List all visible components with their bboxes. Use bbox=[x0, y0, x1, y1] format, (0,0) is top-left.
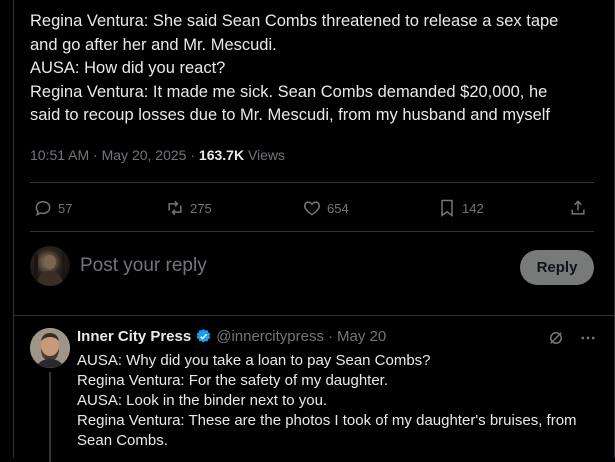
reply-line: AUSA: Look in the binder next to you. bbox=[77, 392, 328, 409]
reply-icon bbox=[35, 200, 51, 217]
thread-line bbox=[49, 372, 51, 462]
tweet-line: said to recoup losses due to Mr. Mescudi… bbox=[30, 106, 550, 124]
avatar[interactable] bbox=[30, 328, 70, 368]
reply-count: 57 bbox=[58, 200, 73, 216]
views-label: Views bbox=[247, 147, 286, 163]
author-name[interactable]: Inner City Press bbox=[77, 328, 191, 345]
tweet-line: Regina Ventura: She said Sean Combs thre… bbox=[30, 12, 559, 30]
divider bbox=[30, 231, 594, 232]
reply-line: Regina Ventura: These are the photos I t… bbox=[77, 412, 577, 429]
bookmark-icon bbox=[441, 199, 453, 217]
reply-date[interactable]: May 20 bbox=[337, 328, 386, 345]
reply-actions bbox=[547, 329, 597, 347]
tweet-line: Regina Ventura: It made me sick. Sean Co… bbox=[30, 82, 548, 101]
reply-line: Regina Ventura: For the safety of my dau… bbox=[77, 372, 389, 389]
repost-button[interactable]: 275 bbox=[165, 196, 212, 220]
share-button[interactable] bbox=[568, 196, 588, 220]
divider bbox=[30, 182, 594, 183]
tweet-date[interactable]: May 20, 2025 bbox=[102, 147, 187, 163]
tweet-meta: 10:51 AM · May 20, 2025 · 163.7K Views bbox=[30, 147, 286, 163]
like-icon bbox=[303, 201, 321, 216]
tweet-line: and go after her and Mr. Mescudi. bbox=[30, 35, 277, 54]
reply-line: AUSA: Why did you take a loan to pay Sea… bbox=[77, 352, 431, 369]
more-icon[interactable] bbox=[579, 329, 597, 347]
views-count[interactable]: 163.7K bbox=[199, 147, 244, 163]
like-count: 654 bbox=[327, 200, 349, 216]
share-icon bbox=[571, 200, 585, 215]
reply-text: AUSA: Why did you take a loan to pay Sea… bbox=[77, 351, 602, 451]
reply-composer: Post your reply Reply bbox=[30, 246, 594, 290]
divider bbox=[13, 315, 615, 316]
main-tweet-text: Regina Ventura: She said Sean Combs thre… bbox=[30, 10, 600, 128]
author-handle[interactable]: @innercitypress bbox=[216, 328, 324, 345]
like-button[interactable]: 654 bbox=[302, 196, 349, 220]
avatar[interactable] bbox=[30, 246, 70, 286]
reply-input[interactable]: Post your reply bbox=[80, 255, 207, 277]
column-border-left bbox=[13, 0, 14, 458]
reply-header: Inner City Press @innercitypress · May 2… bbox=[77, 328, 605, 345]
reply-button[interactable]: 57 bbox=[33, 196, 72, 220]
bookmark-button[interactable]: 142 bbox=[437, 196, 484, 220]
tweet-line: AUSA: How did you react? bbox=[30, 59, 226, 77]
reply-line: Sean Combs. bbox=[77, 432, 168, 449]
grok-icon[interactable] bbox=[547, 329, 565, 347]
verified-badge-icon bbox=[196, 329, 211, 343]
action-bar: 57 275 654 142 bbox=[33, 196, 593, 220]
reply-submit-button[interactable]: Reply bbox=[520, 250, 594, 285]
tweet-time[interactable]: 10:51 AM bbox=[30, 147, 89, 163]
bookmark-count: 142 bbox=[462, 200, 484, 216]
repost-count: 275 bbox=[190, 200, 212, 216]
repost-icon bbox=[168, 200, 182, 216]
